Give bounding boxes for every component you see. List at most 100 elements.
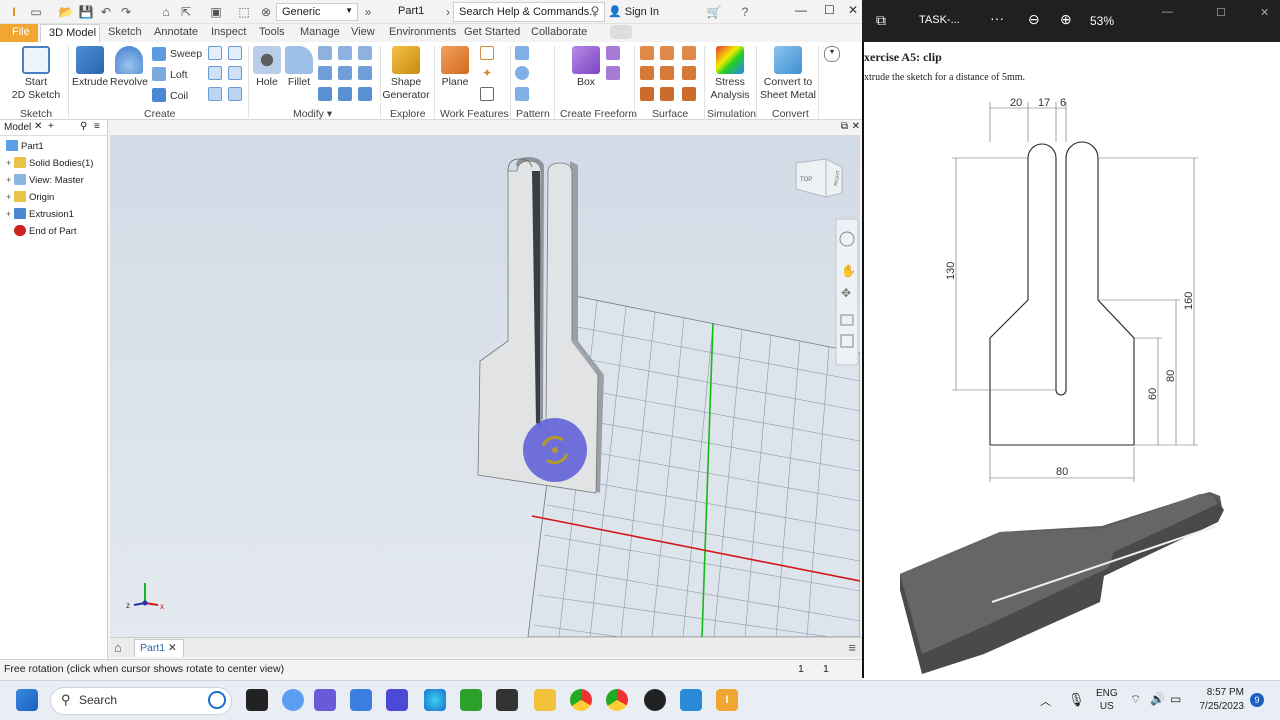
mirror-icon[interactable] (515, 87, 529, 101)
tree-node-extrusion1[interactable]: + Extrusion1 (6, 208, 74, 220)
inventor-taskbar-icon[interactable]: I (716, 689, 738, 711)
rectangular-pattern-icon[interactable] (515, 46, 529, 60)
undo-icon[interactable]: ↶ (98, 4, 114, 20)
tab-annotate[interactable]: Annotate (154, 26, 198, 38)
tab-tools[interactable]: Tools (259, 26, 285, 38)
tab-view[interactable]: View (351, 26, 375, 38)
notification-badge[interactable]: 9 (1250, 693, 1264, 707)
battery-icon[interactable]: ▭ (1170, 692, 1181, 706)
open-icon[interactable]: 📂 (58, 4, 74, 20)
sweep-button[interactable]: Sweep (170, 48, 202, 60)
ribbon-options-icon[interactable]: ▾ (824, 46, 840, 62)
home-icon[interactable]: ⌂ (158, 4, 174, 20)
edge-icon[interactable] (424, 689, 446, 711)
tab-manage[interactable]: Manage (300, 26, 340, 38)
close-icon[interactable]: ✕ (168, 642, 177, 654)
create-tool-icon[interactable] (228, 46, 242, 60)
task-view-icon[interactable] (246, 689, 268, 711)
modify-tool-icon[interactable] (358, 87, 372, 101)
maximize-button[interactable]: ☐ (1216, 6, 1226, 19)
surface-tool-icon[interactable] (640, 87, 654, 101)
circular-pattern-icon[interactable] (515, 66, 529, 80)
surface-tool-icon[interactable] (640, 46, 654, 60)
xbox-icon[interactable] (460, 689, 482, 711)
app-icon[interactable] (496, 689, 518, 711)
create-tool-icon[interactable] (228, 66, 242, 80)
surface-tool-icon[interactable] (660, 87, 674, 101)
modify-tool-icon[interactable] (338, 87, 352, 101)
clear-override-icon[interactable]: ⊗ (258, 4, 274, 20)
menu-icon[interactable]: ≡ (848, 640, 856, 655)
chevron-up-icon[interactable]: ︿ (1040, 693, 1051, 709)
surface-tool-icon[interactable] (660, 66, 674, 80)
help-icon[interactable]: ? (737, 4, 753, 20)
surface-tool-icon[interactable] (660, 46, 674, 60)
coil-button[interactable]: Coil (170, 90, 188, 102)
sign-in-button[interactable]: 👤 Sign In (608, 5, 659, 18)
zoom-in-icon[interactable]: ⊕ (1060, 11, 1072, 28)
create-tool-icon[interactable] (208, 87, 222, 101)
close-icon[interactable]: ✕ (34, 121, 42, 132)
select-icon[interactable]: ⇱ (178, 4, 194, 20)
widgets-icon[interactable] (282, 689, 304, 711)
tree-node-view-master[interactable]: + View: Master (6, 174, 84, 186)
hole-button[interactable]: Hole (252, 46, 282, 89)
tree-node-solid-bodies[interactable]: + Solid Bodies(1) (6, 157, 93, 169)
tab-file[interactable]: File (0, 24, 38, 42)
surface-tool-icon[interactable] (682, 66, 696, 80)
modify-tool-icon[interactable] (358, 66, 372, 80)
tab-3d-model[interactable]: 3D Model (40, 24, 100, 42)
stress-analysis-button[interactable]: Stress Analysis (708, 46, 752, 102)
extrude-button[interactable]: Extrude (72, 46, 108, 89)
surface-tool-icon[interactable] (682, 87, 696, 101)
store-icon[interactable] (350, 689, 372, 711)
more-icon[interactable]: ··· (990, 10, 1004, 26)
tab-part1[interactable]: Part1 ✕ (134, 639, 184, 657)
minimize-button[interactable]: — (795, 3, 807, 17)
language-indicator[interactable]: ENG US (1096, 687, 1118, 713)
tab-inspect[interactable]: Inspect (211, 26, 246, 38)
panel-toggle-icon[interactable] (610, 25, 632, 39)
freeform-tool-icon[interactable] (606, 66, 620, 80)
appearance-icon[interactable]: ⬚ (236, 4, 252, 20)
taskbar-search[interactable]: ⚲ Search (50, 687, 232, 715)
wifi-icon[interactable]: ⌔ (1130, 692, 1141, 707)
new-file-icon[interactable]: ▭ (28, 4, 44, 20)
photos-icon[interactable] (680, 689, 702, 711)
update-icon[interactable]: ▣ (208, 4, 224, 20)
start-button[interactable] (16, 689, 38, 711)
microphone-icon[interactable]: 🎙 (1068, 692, 1085, 708)
modify-tool-icon[interactable] (358, 46, 372, 60)
graphics-viewport[interactable]: TOP RIGHT ✋ ✥ z x (110, 135, 860, 637)
start-sketch-button[interactable]: Start 2D Sketch (8, 46, 64, 102)
expand-icon[interactable]: + (6, 192, 14, 202)
loft-button[interactable]: Loft (170, 69, 188, 81)
redo-icon[interactable]: ↷ (118, 4, 134, 20)
ucs-icon[interactable] (480, 87, 494, 101)
home-icon[interactable]: ⌂ (114, 640, 122, 655)
expand-icon[interactable]: + (6, 209, 14, 219)
close-button[interactable]: ✕ (848, 3, 858, 17)
tab-environments[interactable]: Environments (389, 26, 456, 38)
modify-tool-icon[interactable] (318, 66, 332, 80)
bing-icon[interactable] (208, 691, 226, 709)
restore-icon[interactable]: ⧉ (841, 121, 848, 132)
add-icon[interactable]: + (48, 121, 54, 132)
tree-node-end-of-part[interactable]: End of Part (14, 225, 77, 237)
search-icon[interactable]: ⚲ (587, 3, 603, 19)
freeform-tool-icon[interactable] (606, 46, 620, 60)
create-tool-icon[interactable] (208, 66, 222, 80)
chrome-icon[interactable] (570, 689, 592, 711)
file-explorer-icon[interactable] (534, 689, 556, 711)
axis-icon[interactable] (480, 46, 494, 60)
create-tool-icon[interactable] (228, 87, 242, 101)
tab-collaborate[interactable]: Collaborate (531, 26, 587, 38)
maximize-button[interactable]: ☐ (824, 3, 835, 17)
app-icon[interactable] (644, 689, 666, 711)
cart-icon[interactable]: 🛒 (706, 4, 722, 20)
zoom-out-icon[interactable]: ⊖ (1028, 11, 1040, 28)
expand-icon[interactable]: + (6, 158, 14, 168)
tree-node-origin[interactable]: + Origin (6, 191, 54, 203)
modify-tool-icon[interactable] (318, 87, 332, 101)
plane-button[interactable]: Plane (438, 46, 472, 89)
